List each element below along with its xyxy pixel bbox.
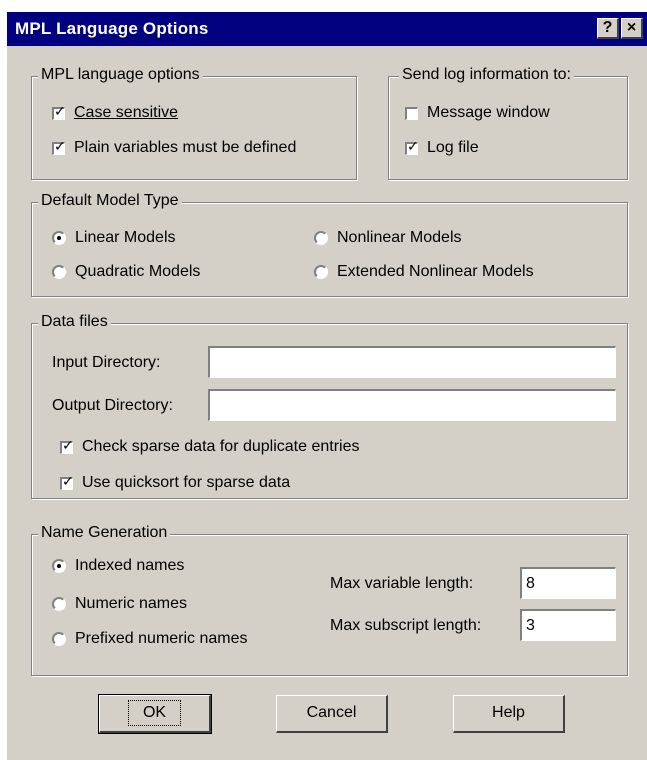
numeric-names-radio[interactable]: Numeric names — [52, 595, 187, 613]
input-directory-label: Input Directory: — [52, 354, 161, 371]
group-legend: Send log information to: — [399, 66, 574, 84]
checkbox-box[interactable] — [52, 104, 66, 120]
case-sensitive-checkbox[interactable]: Case sensitive — [52, 104, 178, 122]
radio-label: Indexed names — [75, 557, 185, 574]
output-directory-field[interactable] — [208, 389, 616, 421]
title-bar[interactable]: MPL Language Options ? × — [7, 12, 647, 46]
checkbox-label: Use quicksort for sparse data — [82, 474, 291, 491]
radio-label: Quadratic Models — [75, 263, 201, 280]
help-question-button[interactable]: ? — [597, 18, 619, 39]
radio-button[interactable] — [52, 597, 66, 611]
plain-variables-checkbox[interactable]: Plain variables must be defined — [52, 139, 296, 157]
radio-label: Linear Models — [75, 229, 176, 246]
checkbox-label: Plain variables must be defined — [74, 139, 297, 156]
radio-label: Nonlinear Models — [337, 229, 462, 246]
checkbox-box[interactable] — [60, 438, 74, 454]
name-generation-group: Name Generation Indexed names Numeric na… — [31, 524, 628, 676]
close-button[interactable]: × — [621, 18, 643, 39]
window-title: MPL Language Options — [15, 19, 209, 38]
output-directory-label: Output Directory: — [52, 397, 173, 414]
data-files-group: Data files Input Directory: Output Direc… — [31, 313, 628, 499]
checkbox-box[interactable] — [60, 474, 74, 490]
input-directory-field[interactable] — [208, 346, 616, 378]
radio-label: Extended Nonlinear Models — [337, 263, 534, 280]
extended-nonlinear-models-radio[interactable]: Extended Nonlinear Models — [314, 263, 534, 281]
group-legend: Name Generation — [38, 524, 171, 542]
group-legend: Default Model Type — [38, 192, 182, 210]
mpl-language-options-dialog: MPL Language Options ? × MPL language op… — [6, 12, 647, 760]
nonlinear-models-radio[interactable]: Nonlinear Models — [314, 229, 462, 247]
ok-button-label: OK — [127, 700, 182, 726]
max-subscript-length-label: Max subscript length: — [330, 617, 482, 634]
message-window-checkbox[interactable]: Message window — [405, 104, 550, 122]
max-subscript-length-field[interactable] — [520, 609, 616, 641]
mpl-language-options-group: MPL language options Case sensitive Plai… — [31, 66, 357, 180]
max-variable-length-field[interactable] — [520, 567, 616, 599]
ok-button[interactable]: OK — [98, 694, 212, 734]
indexed-names-radio[interactable]: Indexed names — [52, 557, 184, 575]
help-button[interactable]: Help — [453, 695, 565, 733]
checkbox-box[interactable] — [52, 139, 66, 155]
log-file-checkbox[interactable]: Log file — [405, 139, 479, 157]
use-quicksort-checkbox[interactable]: Use quicksort for sparse data — [60, 474, 290, 492]
checkbox-label: Message window — [427, 104, 550, 121]
radio-button[interactable] — [52, 265, 66, 279]
radio-button[interactable] — [52, 231, 66, 245]
max-variable-length-label: Max variable length: — [330, 575, 474, 592]
radio-button[interactable] — [314, 265, 328, 279]
quadratic-models-radio[interactable]: Quadratic Models — [52, 263, 200, 281]
radio-button[interactable] — [52, 559, 66, 573]
radio-label: Prefixed numeric names — [75, 630, 248, 647]
radio-label: Numeric names — [75, 595, 188, 612]
checkbox-label: Check sparse data for duplicate entries — [82, 438, 360, 455]
radio-button[interactable] — [52, 632, 66, 646]
default-model-type-group: Default Model Type Linear Models Nonline… — [31, 192, 628, 297]
checkbox-label: Log file — [427, 139, 479, 156]
check-sparse-duplicates-checkbox[interactable]: Check sparse data for duplicate entries — [60, 438, 359, 456]
linear-models-radio[interactable]: Linear Models — [52, 229, 176, 247]
group-legend: MPL language options — [38, 66, 203, 84]
checkbox-label: Case sensitive — [74, 104, 179, 121]
send-log-group: Send log information to: Message window … — [388, 66, 628, 180]
prefixed-numeric-names-radio[interactable]: Prefixed numeric names — [52, 630, 248, 648]
checkbox-box[interactable] — [405, 139, 419, 155]
cancel-button[interactable]: Cancel — [276, 695, 388, 733]
group-legend: Data files — [38, 313, 111, 331]
checkbox-box[interactable] — [405, 106, 418, 120]
radio-button[interactable] — [314, 231, 328, 245]
